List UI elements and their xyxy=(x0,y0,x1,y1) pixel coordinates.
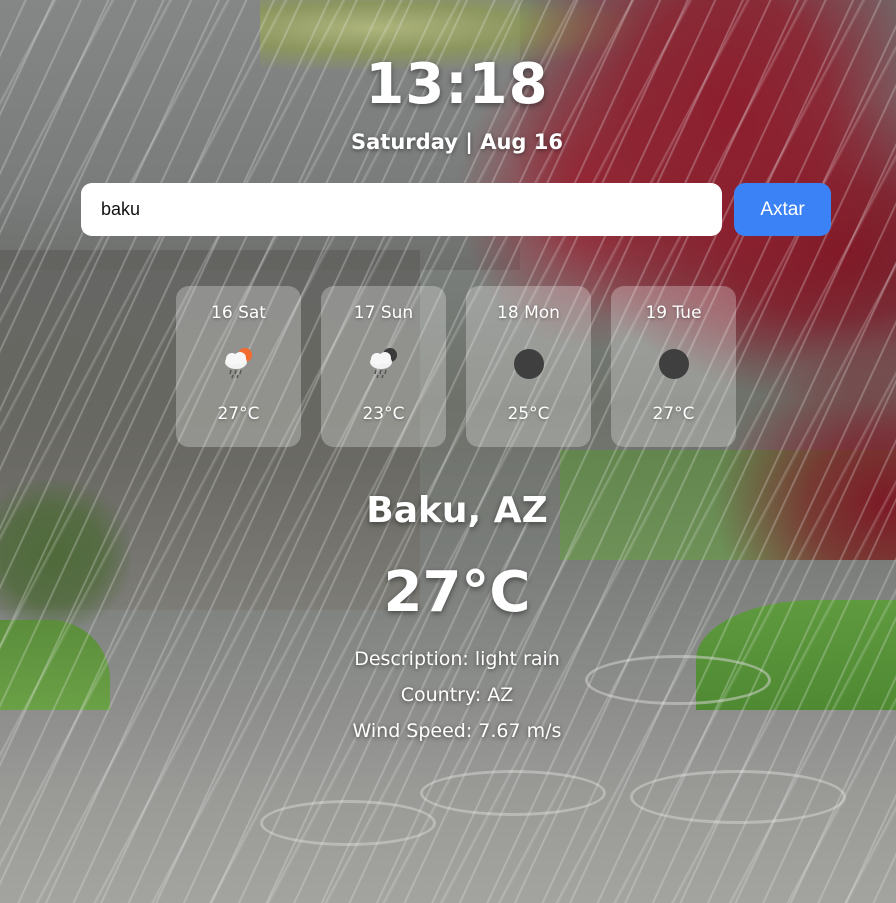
search-button[interactable]: Axtar xyxy=(734,183,831,236)
dark-circle-icon xyxy=(659,349,689,379)
city-name: Baku, AZ xyxy=(366,490,548,531)
cloud-rain-moon-icon xyxy=(370,348,397,379)
dark-circle-icon xyxy=(514,349,544,379)
date-label: Saturday | Aug 16 xyxy=(351,130,563,154)
forecast-card: 17 Sun 23°C xyxy=(321,286,446,447)
forecast-temp: 25°C xyxy=(507,404,550,424)
forecast-day: 16 Sat xyxy=(211,303,266,323)
forecast-day: 18 Mon xyxy=(497,303,560,323)
forecast-card: 18 Mon 25°C xyxy=(466,286,591,447)
country-label: Country: AZ xyxy=(400,684,514,706)
wind-speed: Wind Speed: 7.67 m/s xyxy=(352,720,562,742)
forecast-day: 19 Tue xyxy=(645,303,702,323)
clock-time: 13:18 xyxy=(365,52,549,117)
cloud-rain-sun-icon xyxy=(225,348,252,379)
forecast-temp: 27°C xyxy=(217,404,260,424)
forecast-card: 16 Sat 27°C xyxy=(176,286,301,447)
city-search-input[interactable] xyxy=(81,183,722,236)
forecast-temp: 23°C xyxy=(362,404,405,424)
forecast-temp: 27°C xyxy=(652,404,695,424)
weather-description: Description: light rain xyxy=(354,648,560,670)
forecast-day: 17 Sun xyxy=(353,303,414,323)
current-temperature: 27°C xyxy=(383,560,531,625)
weather-app: 13:18 Saturday | Aug 16 Axtar 16 Sat 27°… xyxy=(0,0,896,903)
forecast-card: 19 Tue 27°C xyxy=(611,286,736,447)
